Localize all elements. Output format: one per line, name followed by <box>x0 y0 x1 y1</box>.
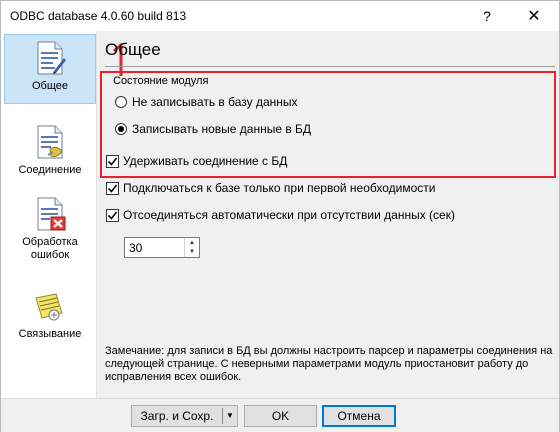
close-button[interactable]: ✕ <box>511 1 557 31</box>
spinner-arrows: ▲ ▼ <box>184 238 199 257</box>
checkbox-label: Отсоединяться автоматически при отсутств… <box>123 208 455 222</box>
document-error-icon <box>37 197 66 231</box>
checkmark-icon <box>107 184 118 193</box>
checkbox-label: Подключаться к базе только при первой не… <box>123 181 436 195</box>
sidebar-item-connection[interactable]: Соединение <box>4 119 96 181</box>
help-button[interactable]: ? <box>471 1 503 31</box>
document-connection-icon <box>37 125 63 159</box>
checkbox-keep-connection[interactable]: Удерживать соединение с БД <box>106 154 287 168</box>
sidebar-item-linking[interactable]: Связывание <box>4 283 96 349</box>
load-save-label: Загр. и Сохр. <box>140 409 214 423</box>
title-divider <box>105 66 555 67</box>
general-page: Общее Состояние модуля Не записывать в б… <box>98 31 559 398</box>
sidebar-item-error-handling[interactable]: Обработка ошибок <box>4 191 96 271</box>
dropdown-arrow-icon[interactable]: ▼ <box>226 411 234 420</box>
document-edit-icon <box>37 41 66 75</box>
checkbox-connect-on-demand[interactable]: Подключаться к базе только при первой не… <box>106 181 435 195</box>
split-divider <box>222 408 223 424</box>
title-bar: ODBC database 4.0.60 build 813 ? ✕ <box>1 1 559 31</box>
load-save-button[interactable]: Загр. и Сохр. ▼ <box>131 405 238 427</box>
radio-label: Записывать новые данные в БД <box>132 122 312 136</box>
radio-button[interactable] <box>115 96 127 108</box>
checkbox[interactable] <box>106 208 119 222</box>
checkmark-icon <box>107 157 118 166</box>
sidebar-item-general[interactable]: Общее <box>4 34 96 104</box>
sidebar: Общее Соединение Обработка ошибок Связыв… <box>1 31 97 398</box>
checkbox[interactable] <box>106 154 119 168</box>
checkbox-label: Удерживать соединение с БД <box>123 154 288 168</box>
page-title: Общее <box>105 40 161 59</box>
timeout-spinner[interactable]: 30 ▲ ▼ <box>124 237 200 258</box>
window-title: ODBC database 4.0.60 build 813 <box>10 9 187 23</box>
checkbox-auto-disconnect[interactable]: Отсоединяться автоматически при отсутств… <box>106 208 455 222</box>
sidebar-item-label: Обработка ошибок <box>22 236 78 261</box>
group-label: Состояние модуля <box>113 75 209 87</box>
spin-up-icon[interactable]: ▲ <box>185 238 199 247</box>
sidebar-item-label: Общее <box>31 80 69 92</box>
radio-write-new-data[interactable]: Записывать новые данные в БД <box>115 122 311 136</box>
checkmark-icon <box>107 211 118 220</box>
document-link-icon <box>35 293 63 321</box>
radio-button[interactable] <box>115 123 127 135</box>
checkbox[interactable] <box>106 181 119 195</box>
ok-button[interactable]: OK <box>244 405 317 427</box>
timeout-value[interactable]: 30 <box>129 241 142 255</box>
options-dialog: ODBC database 4.0.60 build 813 ? ✕ Общее <box>0 0 560 432</box>
cancel-button[interactable]: Отмена <box>322 405 396 427</box>
sidebar-item-label: Связывание <box>18 328 82 340</box>
radio-do-not-write[interactable]: Не записывать в базу данных <box>115 95 298 109</box>
spin-down-icon[interactable]: ▼ <box>185 247 199 256</box>
button-bar: Загр. и Сохр. ▼ OK Отмена <box>1 398 559 432</box>
note-text: Замечание: для записи в БД вы должны нас… <box>105 345 553 383</box>
radio-label: Не записывать в базу данных <box>132 95 298 109</box>
sidebar-item-label: Соединение <box>18 164 82 176</box>
